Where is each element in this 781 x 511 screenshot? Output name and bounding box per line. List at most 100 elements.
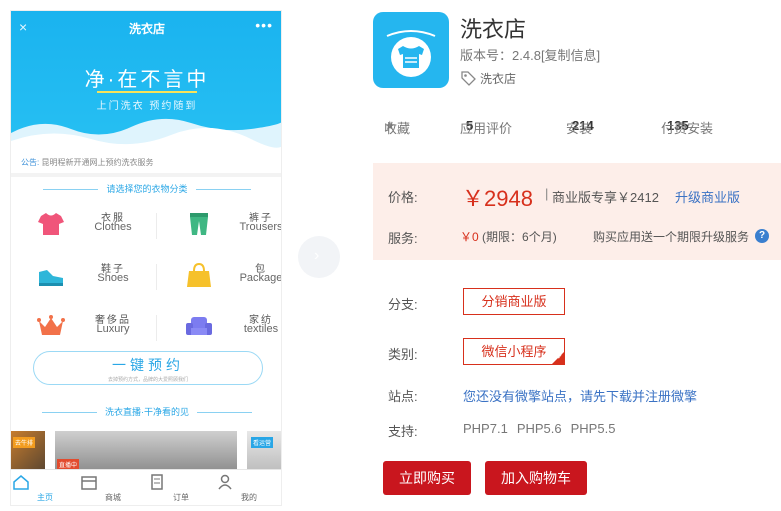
help-icon[interactable]: ?	[755, 229, 769, 243]
support-label: 支持:	[388, 424, 418, 439]
copy-info-link[interactable]: [复制信息]	[541, 48, 600, 63]
category-option[interactable]: 微信小程序	[463, 338, 565, 365]
category-luxury[interactable]: 奢侈品 Luxury	[37, 309, 157, 345]
category-en: Package	[239, 272, 282, 284]
price-separator: |	[545, 186, 549, 201]
category-clothes[interactable]: 衣服 Clothes	[37, 207, 157, 243]
order-icon	[151, 474, 163, 490]
site-register-link[interactable]: 您还没有微擎站点，请先下载并注册微擎	[463, 386, 697, 405]
support-versions: PHP7.1 PHP5.6 PHP5.5	[463, 421, 624, 436]
category-heading: 请选择您的衣物分类	[11, 182, 281, 195]
carousel-next-button[interactable]: ›	[298, 236, 340, 278]
store-icon	[81, 476, 97, 490]
category-en: Luxury	[96, 323, 130, 335]
category-textiles[interactable]: 家纺 textiles	[185, 309, 281, 345]
live-tag: 去牛排	[13, 437, 36, 448]
shoes-icon	[39, 270, 63, 286]
category-shoes[interactable]: 鞋子 Shoes	[37, 258, 157, 294]
banner-slogan: 净·在不言中	[84, 69, 210, 91]
crown-icon	[37, 315, 65, 335]
book-sublabel: 去掉预约方式，品牌的大爱照顾我们	[107, 377, 188, 383]
banner-subslogan: 上门洗衣 预约随到	[96, 101, 198, 112]
category-option-label: 微信小程序	[481, 344, 547, 359]
notice-bar[interactable]: 公告: 昆明程新开通网上预约洗衣服务	[21, 157, 276, 168]
sofa-icon	[186, 317, 212, 335]
price-panel	[373, 163, 781, 260]
chevron-right-icon: ›	[314, 247, 320, 264]
price-label: 价格:	[388, 190, 418, 205]
install-stat: 安装 214	[566, 118, 594, 136]
one-click-book-button[interactable]: 一键预约 去掉预约方式，品牌的大爱照顾我们	[33, 351, 263, 385]
home-icon	[13, 475, 29, 490]
tshirt-icon	[38, 213, 64, 235]
tab-store[interactable]: 商城	[79, 470, 147, 505]
paid-install-stat: 付费安装 135	[661, 118, 714, 136]
product-tag[interactable]: 洗衣店	[460, 70, 516, 87]
live-stream-strip[interactable]: 去牛排 直播中 看运营	[11, 431, 281, 471]
preview-tab-bar: 主页 商城 订单 我的	[11, 469, 281, 505]
service-price: ￥0	[460, 230, 479, 244]
tab-label: 商城	[105, 493, 121, 502]
tag-label: 洗衣店	[480, 72, 517, 86]
service-note: 购买应用送一个期限升级服务	[593, 230, 750, 244]
notice-label: 公告:	[21, 158, 40, 167]
user-icon	[218, 474, 232, 490]
product-version: 版本号：2.4.8[复制信息]	[460, 45, 600, 64]
php-version: PHP5.5	[570, 421, 616, 436]
wave-decoration	[11, 118, 281, 151]
site-label: 站点:	[388, 389, 418, 404]
notice-text: 昆明程新开通网上预约洗衣服务	[41, 158, 154, 167]
upgrade-business-link[interactable]: 升级商业版	[675, 187, 740, 206]
buy-now-button[interactable]: 立即购买	[383, 461, 471, 495]
live-thumbnail[interactable]: 去牛排	[11, 431, 45, 471]
category-separator	[156, 213, 157, 239]
category-en: textiles	[243, 323, 279, 335]
business-price: 商业版专享￥2412	[552, 190, 659, 205]
category-trousers[interactable]: 裤子 Trousers	[185, 207, 282, 243]
php-version: PHP5.6	[516, 421, 562, 436]
category-package[interactable]: 包 Package	[185, 258, 282, 294]
preview-header-banner: × 洗衣店 ••• 净·在不言中 上门洗衣 预约随到	[11, 11, 281, 151]
tab-label: 主页	[37, 493, 53, 502]
tag-icon	[461, 71, 476, 86]
tab-orders[interactable]: 订单	[147, 470, 215, 505]
category-separator	[156, 264, 157, 290]
version-label: 版本号：	[460, 48, 513, 63]
rating-stat: 应用评价 5	[460, 118, 513, 136]
live-tag: 看运营	[251, 437, 274, 448]
tab-label: 我的	[241, 493, 257, 502]
product-title: 洗衣店	[460, 17, 527, 42]
trousers-icon	[190, 213, 208, 235]
service-label: 服务:	[388, 231, 418, 246]
php-version: PHP7.1	[463, 421, 508, 436]
live-thumbnail[interactable]: 直播中	[55, 431, 237, 471]
mini-program-preview: × 洗衣店 ••• 净·在不言中 上门洗衣 预约随到 公告: 昆明程新开通网上预…	[10, 10, 282, 506]
favorite-label: 收藏	[384, 121, 411, 136]
tab-home[interactable]: 主页	[11, 470, 79, 505]
price-value: ￥2948	[462, 186, 533, 211]
selected-check-icon	[551, 351, 565, 365]
preview-title: 洗衣店	[128, 22, 165, 36]
version-number: 2.4.8	[512, 48, 541, 63]
category-label: 类别:	[388, 347, 418, 362]
service-period: (期限：6个月)	[482, 230, 557, 244]
more-icon[interactable]: •••	[255, 17, 273, 33]
tab-mine[interactable]: 我的	[215, 470, 281, 505]
app-logo	[373, 12, 449, 88]
category-en: Clothes	[94, 221, 132, 233]
add-to-cart-button[interactable]: 加入购物车	[485, 461, 587, 495]
laundry-tshirt-icon	[386, 30, 436, 77]
category-en: Trousers	[239, 221, 282, 233]
bag-icon	[187, 262, 211, 287]
category-separator	[156, 315, 157, 341]
live-thumbnail[interactable]: 看运营	[247, 431, 281, 471]
live-heading: 洗衣直播·干净看的见	[11, 405, 281, 418]
section-divider	[11, 173, 281, 177]
service-value: ￥0 (期限：6个月)	[460, 228, 557, 245]
category-en: Shoes	[97, 272, 129, 284]
tab-label: 订单	[173, 493, 189, 502]
branch-label: 分支:	[388, 297, 418, 312]
slogan-underline	[97, 91, 197, 93]
stats-bar: ★ 收藏 应用评价 5 安装 214 付费安装 135	[384, 118, 781, 138]
branch-option[interactable]: 分销商业版	[463, 288, 565, 315]
